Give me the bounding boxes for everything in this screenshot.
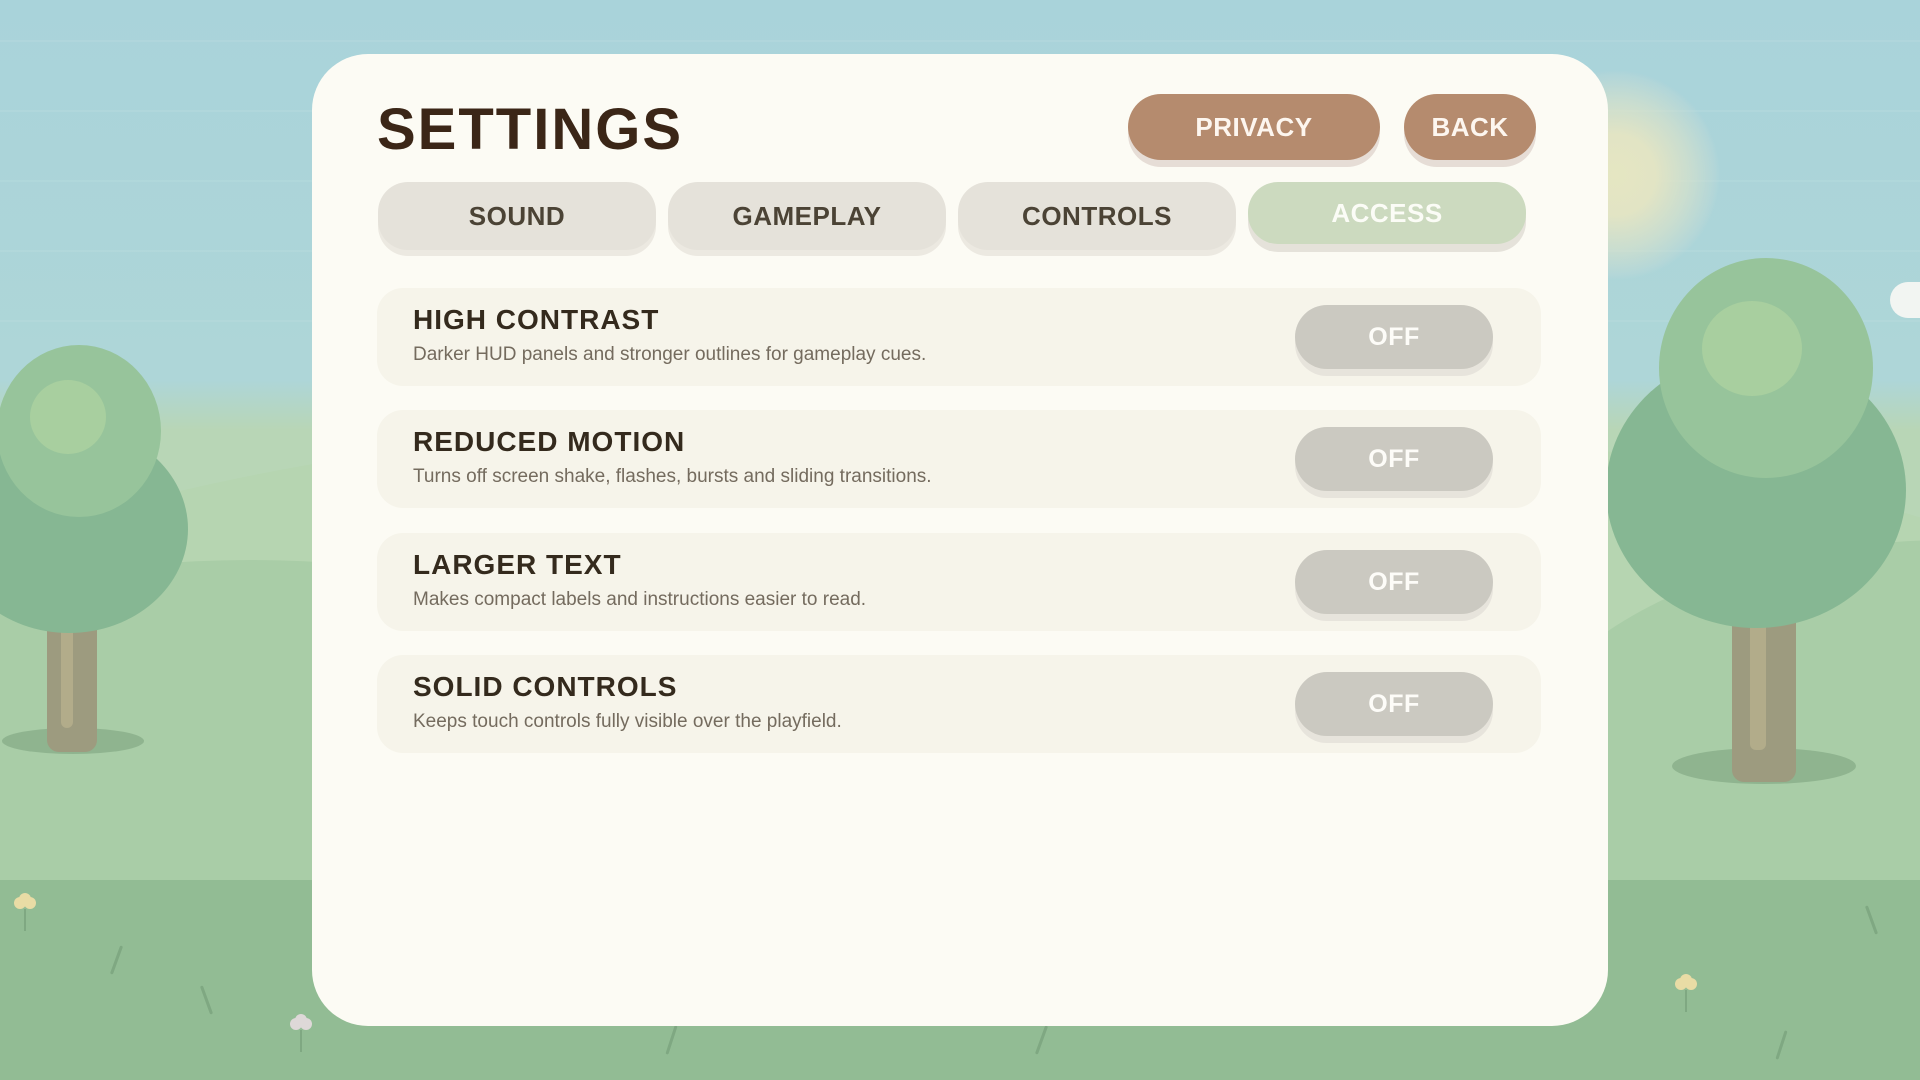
tab-controls[interactable]: CONTROLS	[958, 182, 1236, 250]
setting-row-high-contrast: HIGH CONTRAST Darker HUD panels and stro…	[377, 288, 1541, 386]
setting-title: HIGH CONTRAST	[413, 304, 660, 335]
page-title: SETTINGS	[377, 97, 684, 162]
flower-icon	[1673, 974, 1699, 1014]
setting-title: SOLID CONTROLS	[413, 671, 678, 702]
reduced-motion-toggle[interactable]: OFF	[1295, 427, 1493, 491]
tab-gameplay[interactable]: GAMEPLAY	[668, 182, 946, 250]
sky-stripe	[0, 40, 1920, 42]
settings-panel: SETTINGS PRIVACY BACK SOUND GAMEPLAY CON…	[312, 54, 1608, 1026]
setting-title: REDUCED MOTION	[413, 426, 686, 457]
high-contrast-toggle[interactable]: OFF	[1295, 305, 1493, 369]
setting-description: Keeps touch controls fully visible over …	[413, 711, 842, 732]
setting-description: Darker HUD panels and stronger outlines …	[413, 344, 927, 365]
setting-title: LARGER TEXT	[413, 549, 622, 580]
privacy-button[interactable]: PRIVACY	[1128, 94, 1380, 160]
setting-row-reduced-motion: REDUCED MOTION Turns off screen shake, f…	[377, 410, 1541, 508]
setting-row-larger-text: LARGER TEXT Makes compact labels and ins…	[377, 533, 1541, 631]
cloud-icon	[1890, 282, 1920, 318]
tab-sound[interactable]: SOUND	[378, 182, 656, 250]
setting-description: Makes compact labels and instructions ea…	[413, 589, 867, 610]
tab-access[interactable]: ACCESS	[1248, 182, 1526, 244]
setting-description: Turns off screen shake, flashes, bursts …	[413, 466, 932, 487]
setting-row-solid-controls: SOLID CONTROLS Keeps touch controls full…	[377, 655, 1541, 753]
solid-controls-toggle[interactable]: OFF	[1295, 672, 1493, 736]
flower-icon	[12, 893, 38, 933]
larger-text-toggle[interactable]: OFF	[1295, 550, 1493, 614]
back-button[interactable]: BACK	[1404, 94, 1536, 160]
flower-icon	[288, 1014, 314, 1054]
